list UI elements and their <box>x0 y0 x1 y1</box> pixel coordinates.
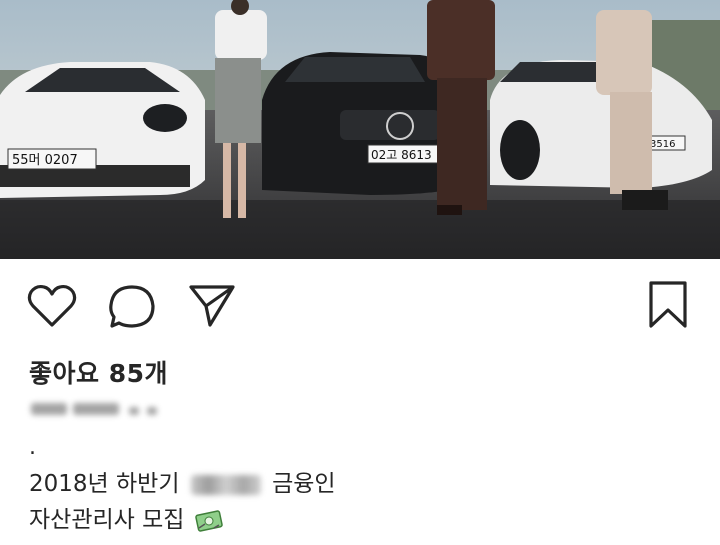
share-button[interactable] <box>188 284 236 328</box>
person-center <box>427 0 495 215</box>
plate-right: 3516 <box>650 139 675 150</box>
caption-line-2-text: 자산관리사 모집 <box>29 507 185 533</box>
money-emoji-icon <box>194 509 224 532</box>
car-white-left: 55머 0207 <box>0 62 205 198</box>
blurred-username <box>29 395 157 423</box>
blurred-company-name <box>190 474 261 495</box>
post-action-bar <box>0 272 720 342</box>
heart-icon <box>27 284 77 327</box>
caption-line-1-end: 금융인 <box>272 471 336 497</box>
caption-line-1: 2018년 하반기 금융인 <box>29 470 336 498</box>
like-button[interactable] <box>27 284 77 328</box>
plate-left: 55머 0207 <box>12 153 78 168</box>
save-button[interactable] <box>648 280 688 330</box>
caption-line-1-start: 2018년 하반기 <box>29 471 180 497</box>
caption-dot: . <box>29 435 36 460</box>
caption-line-2: 자산관리사 모집 <box>29 506 224 534</box>
send-icon <box>189 285 235 327</box>
plate-center: 02고 8613 <box>371 148 432 162</box>
comment-button[interactable] <box>108 284 156 330</box>
likes-count[interactable]: 좋아요 85개 <box>29 354 168 390</box>
bookmark-icon <box>649 281 687 328</box>
post-image[interactable]: 55머 0207 02고 8613 3516 <box>0 0 720 259</box>
comment-icon <box>109 285 155 328</box>
